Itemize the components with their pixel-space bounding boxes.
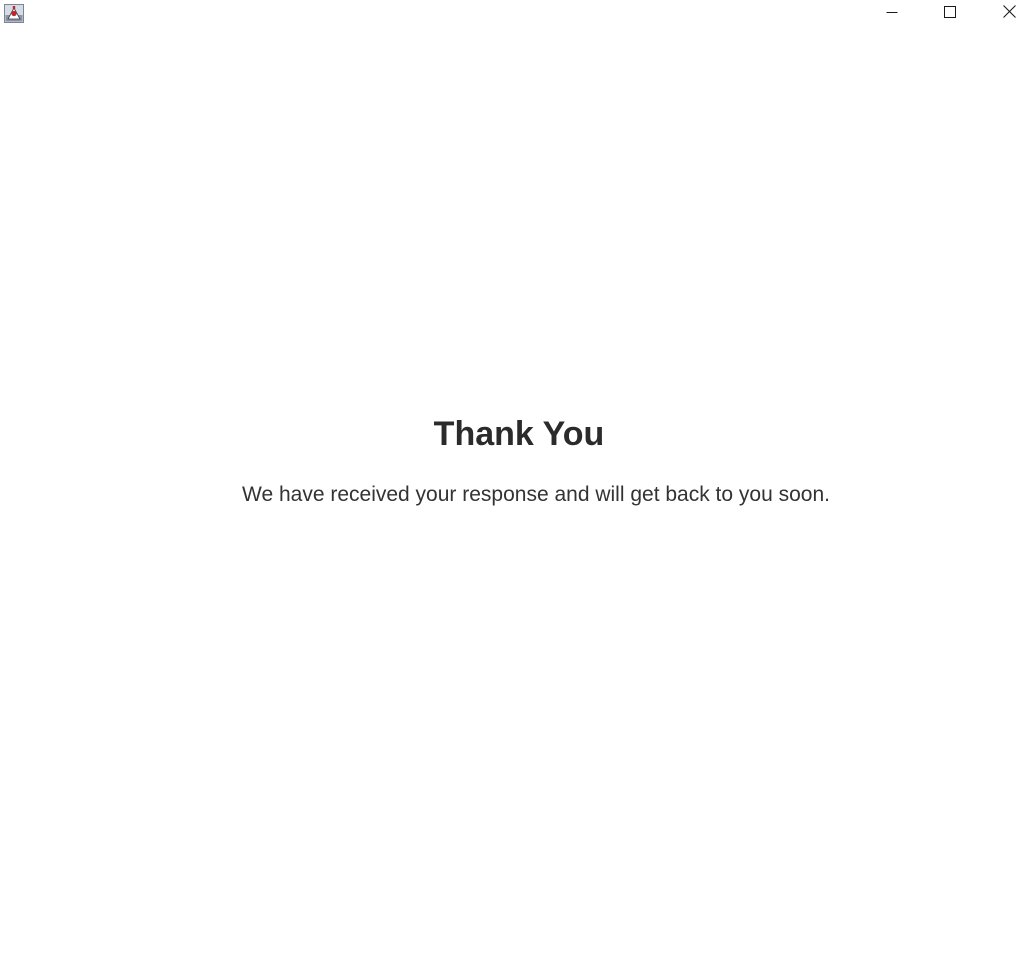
- minimize-button[interactable]: [869, 0, 915, 28]
- minimize-icon: [886, 5, 898, 23]
- title-bar[interactable]: [0, 0, 1029, 28]
- close-button[interactable]: [986, 0, 1029, 28]
- content-area: Thank You We have received your response…: [0, 28, 1029, 976]
- maximize-icon: [944, 5, 956, 23]
- thank-you-heading: Thank You: [433, 415, 605, 453]
- confirmation-message: We have received your response and will …: [242, 483, 830, 506]
- maximize-button[interactable]: [927, 0, 973, 28]
- java-app-icon[interactable]: [4, 4, 24, 23]
- app-window: Thank You We have received your response…: [0, 0, 1029, 976]
- close-icon: [1002, 5, 1016, 23]
